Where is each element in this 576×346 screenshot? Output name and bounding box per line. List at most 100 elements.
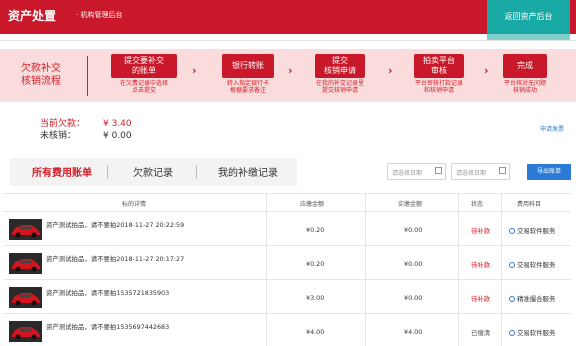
item-title[interactable]: 资产测试拍品，请不要拍1535697442683: [46, 322, 169, 331]
back-to-asset-admin-button[interactable]: 返回资产后台: [487, 0, 570, 34]
calendar-icon: [499, 167, 506, 174]
step-arrow-icon: ›: [192, 64, 197, 77]
item-title[interactable]: 资产测试拍品，请不要拍2018-11-27 20:17:27: [46, 254, 184, 263]
step-label-line2: 审核: [431, 66, 447, 75]
step-label-line1: 提交: [332, 56, 348, 65]
app-subtitle: · 机构管理后台: [76, 11, 123, 19]
info-icon: [509, 228, 515, 234]
calendar-icon: [435, 167, 442, 174]
step-submit-bill-label: 提交要补交 的账单: [111, 54, 177, 78]
header-paid-amount: 实缴金额: [398, 201, 423, 208]
process-divider: [87, 56, 88, 96]
export-bills-button[interactable]: 导出账单: [527, 164, 571, 180]
step-submit-writeoff: 提交 核销申请 在我的补交记录里 提交核销申请: [300, 54, 380, 94]
start-date-input[interactable]: 请选择日期: [387, 163, 446, 180]
start-date-placeholder: 请选择日期: [392, 170, 423, 177]
step-desc-line1: 平台核对无问题: [503, 80, 546, 87]
step-desc-line1: 在我的补交记录里: [315, 80, 364, 87]
app-logo[interactable]: 资产处置: [8, 7, 56, 24]
status-badge: 待补款: [471, 261, 491, 269]
end-date-placeholder: 请选择日期: [456, 170, 487, 177]
step-submit-bill: 提交要补交 的账单 在欠费记录中选择 点击提交: [100, 54, 188, 94]
step-complete: 完成 平台核对无问题 核销成功: [494, 54, 556, 94]
step-desc-line2: 提交核销申请: [321, 87, 358, 94]
fee-category[interactable]: 精准撮合服务: [509, 294, 555, 303]
paid-amount: ¥0.00: [404, 294, 423, 302]
step-desc-line2: 根据要求备注: [229, 87, 266, 94]
process-title-line1: 欠款补交: [21, 63, 61, 74]
paid-amount: ¥0.00: [404, 226, 423, 234]
step-label-line2: 核销申请: [324, 66, 356, 75]
page: 资产处置 · 机构管理后台 返回资产后台 欠款补交 核销流程 提交要补交 的账单…: [0, 0, 576, 346]
fee-category-label: 交易软件服务: [517, 227, 556, 235]
car-thumbnail: [9, 253, 42, 274]
tab-separator: [107, 165, 108, 179]
step-arrow-icon: ›: [388, 64, 393, 77]
header-divider: [0, 40, 576, 41]
owed-label: 当前欠款：: [40, 119, 86, 129]
fee-category[interactable]: 交易软件服务: [509, 260, 555, 269]
step-desc-line1: 在欠费记录中选择: [119, 80, 168, 87]
table-header: 标的详情 应缴金额 实缴金额 状态 费用科目: [4, 194, 571, 212]
fee-category-label: 交易软件服务: [517, 329, 556, 337]
header-due-amount: 应缴金额: [300, 201, 325, 208]
fee-category[interactable]: 交易软件服务: [509, 226, 555, 235]
step-platform-review: 拍卖平台 审核 平台审核打款记录 和核销申请: [398, 54, 480, 94]
header-fee-category: 费用科目: [517, 201, 542, 208]
due-amount: ¥4.00: [306, 328, 325, 336]
process-title: 欠款补交 核销流程: [6, 62, 76, 88]
tab-separator: [196, 165, 197, 179]
step-desc-line2: 核销成功: [512, 87, 537, 94]
unwritten-value: ¥ 0.00: [103, 131, 132, 141]
step-bank-transfer: 银行转账 转入指定银行卡 根据要求备注: [212, 54, 284, 94]
fee-category-label: 精准撮合服务: [517, 295, 556, 303]
step-arrow-icon: ›: [288, 64, 293, 77]
step-desc-line1: 平台审核打款记录: [414, 80, 463, 87]
due-amount: ¥3.00: [306, 294, 325, 302]
info-icon: [509, 330, 515, 336]
tab-my-payments[interactable]: 我的补缴记录: [208, 164, 288, 179]
tab-all-bills[interactable]: 所有费用账单: [28, 164, 96, 179]
due-amount: ¥0.20: [306, 260, 325, 268]
fee-category-label: 交易软件服务: [517, 261, 556, 269]
table-row[interactable]: 资产测试拍品，请不要拍1535721835903 ¥3.00 ¥0.00 待补款…: [4, 281, 571, 314]
step-label-line1: 提交要补交: [124, 56, 164, 65]
owed-value: ¥ 3.40: [103, 119, 132, 129]
step-desc-line1: 转入指定银行卡: [226, 80, 269, 87]
table-row[interactable]: 资产测试拍品，请不要拍2018-11-27 20:22:59 ¥0.20 ¥0.…: [4, 213, 571, 246]
paid-amount: ¥4.00: [404, 328, 423, 336]
status-badge: 已缴清: [471, 329, 491, 337]
end-date-input[interactable]: 请选择日期: [451, 163, 510, 180]
header-status: 状态: [471, 201, 484, 208]
step-arrow-icon: ›: [484, 64, 489, 77]
step-complete-label: 完成: [503, 54, 547, 78]
item-title[interactable]: 资产测试拍品，请不要拍1535721835903: [46, 288, 169, 297]
item-title[interactable]: 资产测试拍品，请不要拍2018-11-27 20:22:59: [46, 220, 184, 229]
table-row[interactable]: 资产测试拍品，请不要拍2018-11-27 20:17:27 ¥0.20 ¥0.…: [4, 247, 571, 280]
bills-table: 标的详情 应缴金额 实缴金额 状态 费用科目 资产测试拍品，请不要拍2018-1…: [4, 193, 571, 346]
top-header: 资产处置 · 机构管理后台 返回资产后台: [0, 0, 576, 34]
step-platform-review-label: 拍卖平台 审核: [414, 54, 464, 78]
step-label-line1: 拍卖平台: [423, 56, 455, 65]
paid-amount: ¥0.00: [404, 260, 423, 268]
status-badge: 待补款: [471, 295, 491, 303]
fee-category[interactable]: 交易软件服务: [509, 328, 555, 337]
apply-invoice-link[interactable]: 申请发票: [540, 124, 564, 133]
table-row[interactable]: 资产测试拍品，请不要拍1535697442683 ¥4.00 ¥4.00 已缴清…: [4, 315, 571, 346]
process-banner: 欠款补交 核销流程 提交要补交 的账单 在欠费记录中选择 点击提交 › 银行转账…: [0, 49, 576, 102]
tab-arrears[interactable]: 欠款记录: [122, 164, 184, 179]
car-thumbnail: [9, 287, 42, 308]
car-thumbnail: [9, 321, 42, 342]
status-badge: 待补款: [471, 227, 491, 235]
step-submit-writeoff-label: 提交 核销申请: [315, 54, 365, 78]
step-bank-transfer-label: 银行转账: [222, 54, 274, 78]
step-desc-line2: 和核销申请: [423, 87, 454, 94]
process-title-line2: 核销流程: [21, 76, 61, 87]
bill-tabs: 所有费用账单 欠款记录 我的补缴记录: [10, 158, 297, 186]
unwritten-label: 未核销：: [40, 131, 77, 141]
header-item-detail: 标的详情: [122, 201, 147, 208]
step-label-line2: 的账单: [132, 66, 156, 75]
step-desc-line2: 点击提交: [131, 87, 156, 94]
info-icon: [509, 296, 515, 302]
car-thumbnail: [9, 219, 42, 240]
